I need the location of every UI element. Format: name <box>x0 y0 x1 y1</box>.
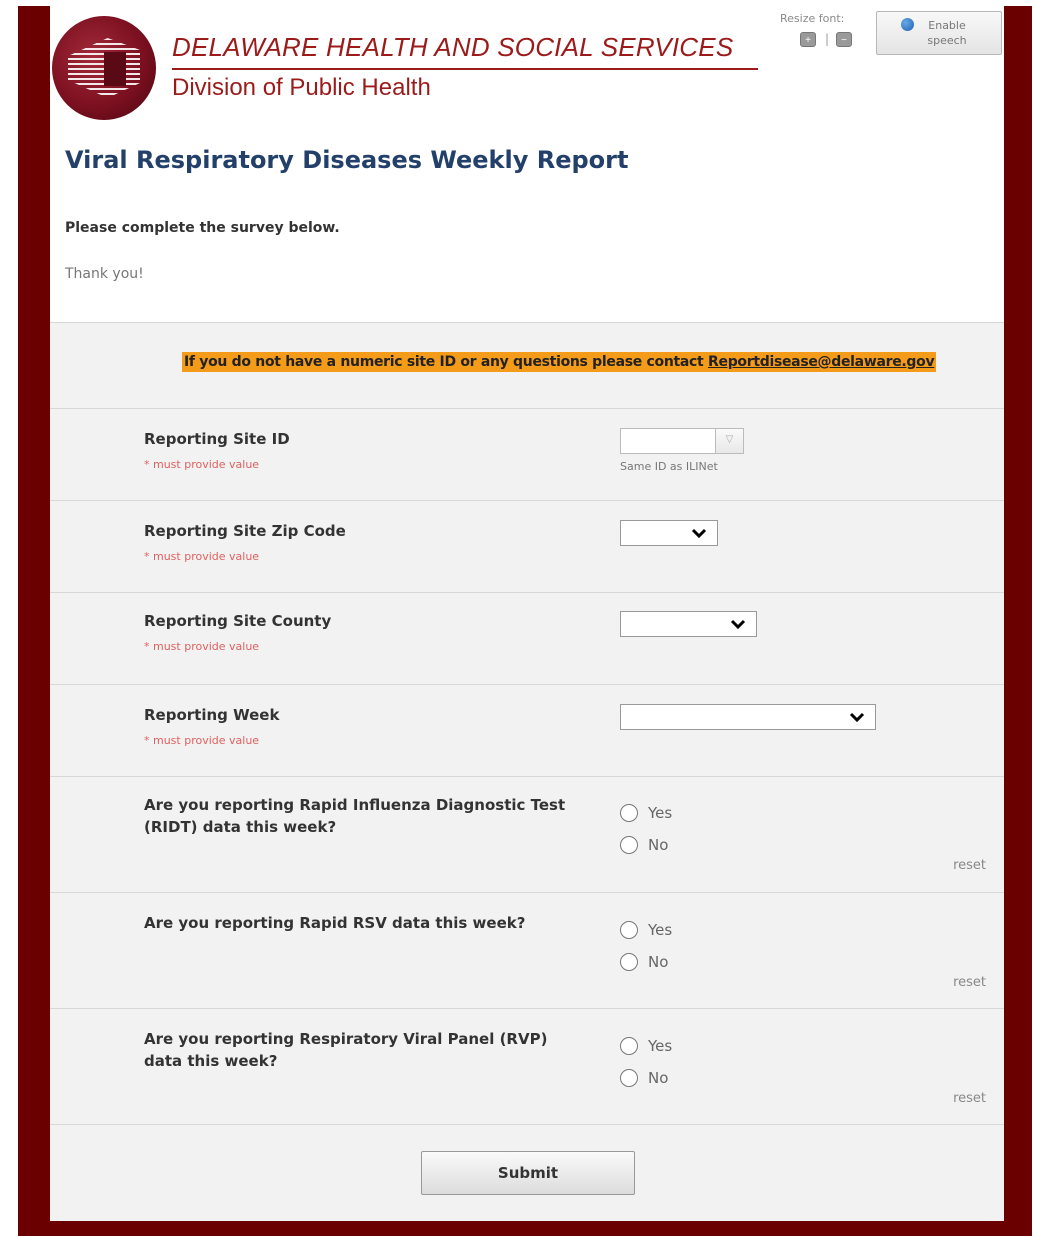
rsv-question-label: Are you reporting Rapid RSV data this we… <box>144 914 526 932</box>
notice-row: If you do not have a numeric site ID or … <box>50 322 1004 409</box>
enable-speech-button[interactable]: Enable speech <box>876 11 1002 55</box>
county-select[interactable] <box>620 611 757 637</box>
no-label: No <box>648 953 669 971</box>
contact-notice: If you do not have a numeric site ID or … <box>182 352 937 372</box>
resize-font-label: Resize font: <box>780 12 845 25</box>
question-row-ridt: Are you reporting Rapid Influenza Diagno… <box>50 776 1004 893</box>
rvp-reset-link[interactable]: reset <box>953 1091 986 1106</box>
rvp-yes-radio[interactable] <box>620 1037 638 1055</box>
contact-email-link[interactable]: Reportdisease@delaware.gov <box>708 354 935 370</box>
site-id-dropdown-button[interactable]: ▽ <box>715 429 743 453</box>
chevron-down-icon <box>691 528 707 539</box>
font-increase-button[interactable]: + <box>800 32 816 47</box>
ridt-yes-radio[interactable] <box>620 804 638 822</box>
week-label: Reporting Week <box>144 706 280 724</box>
rvp-no-radio[interactable] <box>620 1069 638 1087</box>
font-button-separator: | <box>825 32 830 46</box>
zip-select[interactable] <box>620 520 718 546</box>
field-row-zip: Reporting Site Zip Code * must provide v… <box>50 500 1004 593</box>
site-id-label: Reporting Site ID <box>144 430 290 448</box>
header: DELAWARE HEALTH AND SOCIAL SERVICES Divi… <box>50 6 1004 323</box>
field-row-county: Reporting Site County * must provide val… <box>50 592 1004 685</box>
required-note: * must provide value <box>144 550 260 563</box>
ridt-question-label: Are you reporting Rapid Influenza Diagno… <box>144 796 566 836</box>
thank-you-text: Thank you! <box>65 266 144 282</box>
notice-text: If you do not have a numeric site ID or … <box>184 354 709 370</box>
survey-intro: Please complete the survey below. <box>65 220 340 236</box>
logo-mark <box>104 52 126 86</box>
ridt-no-radio[interactable] <box>620 836 638 854</box>
ridt-reset-link[interactable]: reset <box>953 858 986 873</box>
required-note: * must provide value <box>144 458 260 471</box>
org-divider <box>172 68 758 70</box>
submit-button[interactable]: Submit <box>421 1151 635 1195</box>
globe-icon <box>901 18 914 31</box>
zip-label: Reporting Site Zip Code <box>144 522 346 540</box>
field-row-site-id: Reporting Site ID * must provide value ▽… <box>50 408 1004 501</box>
rsv-reset-link[interactable]: reset <box>953 975 986 990</box>
question-row-rsv: Are you reporting Rapid RSV data this we… <box>50 892 1004 1009</box>
chevron-down-icon <box>849 712 865 723</box>
required-note: * must provide value <box>144 734 260 747</box>
rsv-yes-radio[interactable] <box>620 921 638 939</box>
question-row-rvp: Are you reporting Respiratory Viral Pane… <box>50 1008 1004 1125</box>
dhss-logo <box>52 16 156 120</box>
week-select[interactable] <box>620 704 876 730</box>
yes-label: Yes <box>648 921 673 939</box>
rvp-question-label: Are you reporting Respiratory Viral Pane… <box>144 1030 548 1070</box>
required-note: * must provide value <box>144 640 260 653</box>
survey-page: DELAWARE HEALTH AND SOCIAL SERVICES Divi… <box>50 6 1004 1221</box>
page-title: Viral Respiratory Diseases Weekly Report <box>65 146 629 174</box>
yes-label: Yes <box>648 1037 673 1055</box>
no-label: No <box>648 1069 669 1087</box>
site-id-combobox[interactable]: ▽ <box>620 428 744 454</box>
chevron-down-icon: ▽ <box>725 434 734 445</box>
chevron-down-icon <box>730 619 746 630</box>
site-id-hint: Same ID as ILINet <box>620 460 718 473</box>
field-row-week: Reporting Week * must provide value <box>50 684 1004 777</box>
enable-speech-label: Enable speech <box>927 19 967 47</box>
org-name: DELAWARE HEALTH AND SOCIAL SERVICES <box>172 32 734 62</box>
no-label: No <box>648 836 669 854</box>
county-label: Reporting Site County <box>144 612 332 630</box>
font-decrease-button[interactable]: − <box>836 32 852 47</box>
rsv-no-radio[interactable] <box>620 953 638 971</box>
division-name: Division of Public Health <box>172 74 431 101</box>
yes-label: Yes <box>648 804 673 822</box>
